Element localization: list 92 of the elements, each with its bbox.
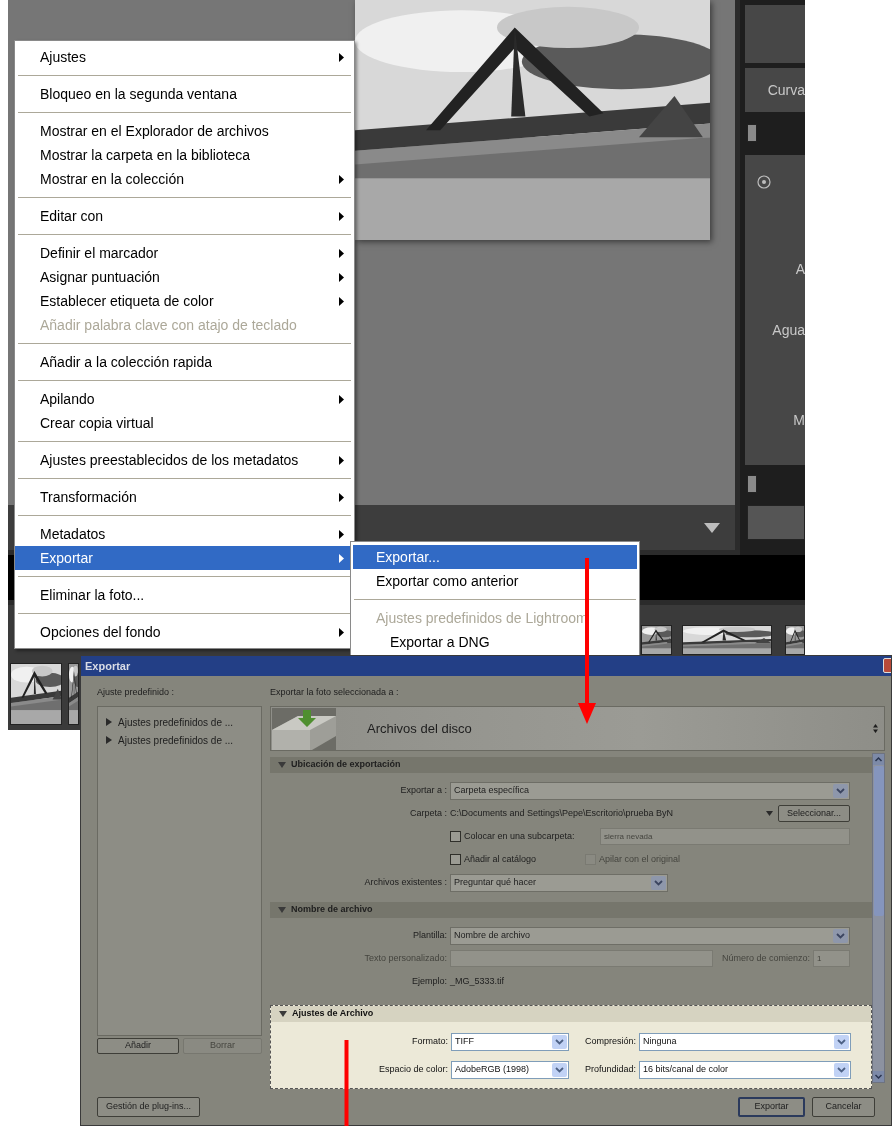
submenu-arrow-icon xyxy=(339,296,344,306)
menu-item[interactable]: Asignar puntuación xyxy=(15,265,354,289)
menu-item[interactable]: Opciones del fondo xyxy=(15,620,354,644)
submenu-arrow-icon xyxy=(339,211,344,221)
scrollbar[interactable] xyxy=(872,753,885,1083)
field-label: Texto personalizado: xyxy=(363,951,448,965)
field-label: Compresión: xyxy=(583,1035,637,1049)
field-label: Espacio de color: xyxy=(377,1063,449,1077)
target-icon[interactable] xyxy=(757,175,771,189)
section-header[interactable]: Ajustes de Archivo xyxy=(271,1006,871,1022)
menu-item[interactable]: Crear copia virtual xyxy=(15,411,354,435)
menu-item[interactable]: Establecer etiqueta de color xyxy=(15,289,354,313)
submenu-arrow-icon xyxy=(339,394,344,404)
dropdown[interactable]: Carpeta específica xyxy=(450,781,850,800)
menu-item[interactable]: Eliminar la foto... xyxy=(15,583,354,607)
menu-item[interactable]: Exportar como anterior xyxy=(353,569,637,593)
field-label: Ajuste predefinido : xyxy=(97,686,176,699)
scroll-up-icon[interactable] xyxy=(873,754,884,765)
checkbox-label: Colocar en una subcarpeta: xyxy=(464,829,575,843)
menu-item[interactable]: Mostrar en el Explorador de archivos xyxy=(15,119,354,143)
scroll-thumb[interactable] xyxy=(873,766,884,916)
field-label: Archivos existentes : xyxy=(363,875,448,889)
submenu-arrow-icon xyxy=(339,272,344,282)
menu-item[interactable]: Metadatos xyxy=(15,522,354,546)
cancel-button[interactable]: Cancelar xyxy=(812,1097,875,1117)
menu-item[interactable]: Bloqueo en la segunda ventana xyxy=(15,82,354,106)
example-text: _MG_5333.tif xyxy=(450,974,505,988)
dropdown[interactable]: Preguntar qué hacer xyxy=(450,873,668,892)
dropdown[interactable]: AdobeRGB (1998) xyxy=(451,1061,569,1079)
dropdown-arrow-icon[interactable] xyxy=(766,811,773,816)
menu-item[interactable]: Apilando xyxy=(15,387,354,411)
collapse-arrow-icon xyxy=(279,1011,287,1017)
submenu-arrow-icon xyxy=(339,529,344,539)
tree-item[interactable]: Ajustes predefinidos de ... xyxy=(98,731,261,749)
field-label: Carpeta : xyxy=(408,806,448,820)
menu-item[interactable]: Mostrar en la colección xyxy=(15,167,354,191)
add-button[interactable]: Añadir xyxy=(97,1038,179,1054)
dropdown[interactable]: Ninguna xyxy=(639,1033,851,1051)
panel-toggle[interactable] xyxy=(747,124,757,142)
menu-item[interactable]: Exportar a DNG xyxy=(353,630,637,654)
dropdown[interactable]: TIFF xyxy=(451,1033,569,1051)
tree-item[interactable]: Ajustes predefinidos de ... xyxy=(98,713,261,731)
window-title: Exportar xyxy=(85,658,131,674)
destination-label: Archivos del disco xyxy=(367,719,472,738)
menu-item[interactable]: Ajustes preestablecidos de los metadatos xyxy=(15,448,354,472)
triangle-down-icon[interactable] xyxy=(704,523,720,533)
menu-item[interactable]: Añadir a la colección rapida xyxy=(15,350,354,374)
plugin-manager-button[interactable]: Gestión de plug-ins... xyxy=(97,1097,201,1117)
submenu-arrow-icon xyxy=(339,492,344,502)
section-header[interactable]: Nombre de archivo xyxy=(270,902,872,918)
submenu-arrow-icon xyxy=(339,52,344,62)
field-label: Plantilla: xyxy=(411,928,448,942)
submenu-arrow-icon xyxy=(339,174,344,184)
collapse-arrow-icon xyxy=(278,762,286,768)
menu-item[interactable]: Mostrar la carpeta en la biblioteca xyxy=(15,143,354,167)
field-label: Número de comienzo: xyxy=(720,951,811,965)
collapse-arrow-icon xyxy=(278,907,286,913)
checkbox-label: Añadir al catálogo xyxy=(464,852,537,866)
destination-selector[interactable]: Archivos del disco xyxy=(270,706,885,751)
panel-label: A xyxy=(795,260,805,279)
path-text: C:\Documents and Settings\Pepe\Escritorio\prueba ByN xyxy=(450,806,675,820)
menu-item[interactable]: Exportar... xyxy=(353,545,637,569)
scroll-down-icon[interactable] xyxy=(873,1071,884,1082)
expand-arrow-icon xyxy=(106,736,112,744)
checkbox[interactable] xyxy=(450,854,461,865)
submenu-arrow-icon xyxy=(339,248,344,258)
panel-toggle[interactable] xyxy=(747,475,757,493)
select-button[interactable]: Seleccionar... xyxy=(778,805,850,822)
panel-label: M xyxy=(793,411,805,430)
field-label: Ejemplo: xyxy=(411,974,448,988)
panel-button[interactable] xyxy=(747,505,805,540)
checkbox[interactable] xyxy=(450,831,461,842)
field-label: Formato: xyxy=(411,1035,449,1049)
field-label: Profundidad: xyxy=(583,1063,637,1077)
menu-item[interactable]: Ajustes xyxy=(15,45,354,69)
stepper-icon[interactable] xyxy=(873,724,878,733)
expand-arrow-icon xyxy=(106,718,112,726)
dropdown[interactable]: 16 bits/canal de color xyxy=(639,1061,851,1079)
submenu-arrow-icon xyxy=(339,455,344,465)
input-field[interactable] xyxy=(450,950,713,967)
section-header[interactable]: Ubicación de exportación xyxy=(270,757,872,773)
panel xyxy=(745,5,805,63)
panel-label: Agua xyxy=(772,321,805,340)
field-label: Exportar la foto seleccionada a : xyxy=(270,686,400,699)
menu-item[interactable]: Editar con xyxy=(15,204,354,228)
field-label: Exportar a : xyxy=(399,783,448,797)
submenu-arrow-icon xyxy=(339,553,344,563)
dropdown[interactable]: Nombre de archivo xyxy=(450,926,850,945)
export-button[interactable]: Exportar xyxy=(738,1097,805,1117)
submenu-arrow-icon xyxy=(339,627,344,637)
menu-item[interactable]: Transformación xyxy=(15,485,354,509)
menu-item[interactable]: Definir el marcador xyxy=(15,241,354,265)
